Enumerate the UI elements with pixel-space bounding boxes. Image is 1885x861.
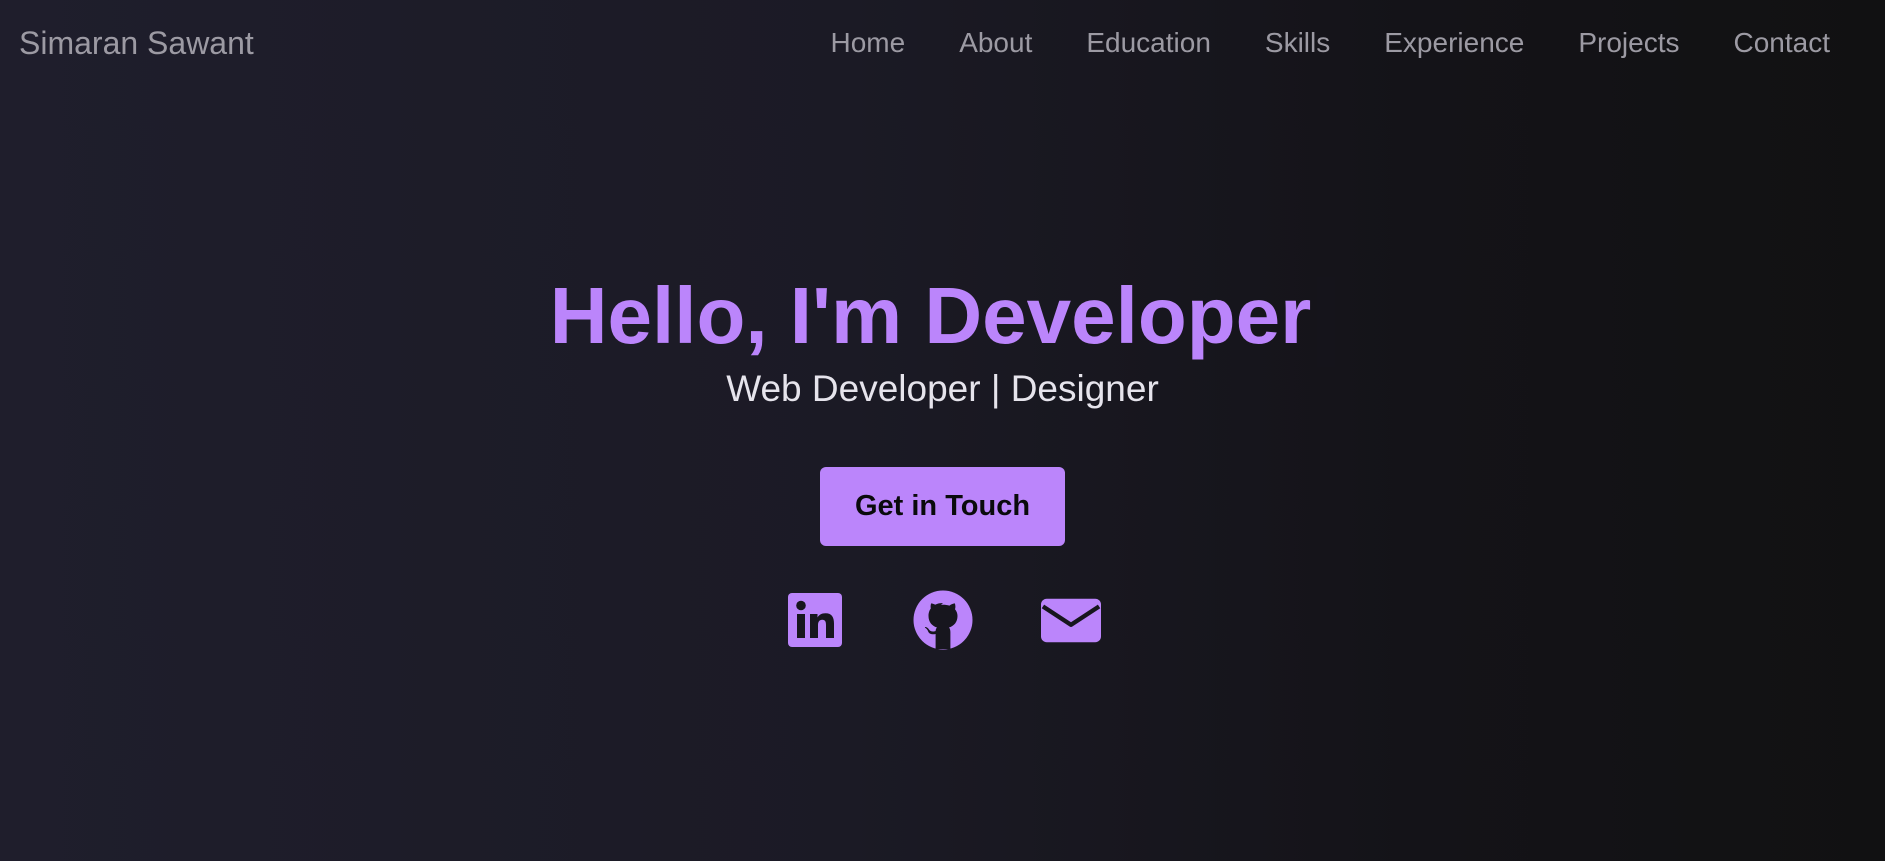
typing-caret <box>1317 276 1336 367</box>
hero-title: Hello, I'm Developer <box>549 268 1336 367</box>
mail-icon <box>1040 598 1101 643</box>
brand-name[interactable]: Simaran Sawant <box>19 24 254 62</box>
nav-link-about[interactable]: About <box>959 24 1032 62</box>
email-link[interactable] <box>1040 590 1101 650</box>
linkedin-icon <box>787 593 842 647</box>
nav-link-home[interactable]: Home <box>830 24 905 62</box>
linkedin-link[interactable] <box>785 590 845 650</box>
nav-link-education[interactable]: Education <box>1086 24 1211 62</box>
nav-link-projects[interactable]: Projects <box>1578 24 1679 62</box>
hero-title-text: Hello, I'm Developer <box>549 271 1312 360</box>
nav-link-contact[interactable]: Contact <box>1734 24 1831 62</box>
get-in-touch-button[interactable]: Get in Touch <box>820 466 1065 546</box>
github-icon <box>913 590 972 650</box>
github-link[interactable] <box>913 590 973 650</box>
navbar: Simaran Sawant Home About Education Skil… <box>0 0 1885 86</box>
social-links <box>0 590 1885 650</box>
nav-link-skills[interactable]: Skills <box>1265 24 1330 62</box>
hero-subtitle: Web Developer | Designer <box>726 367 1159 409</box>
hero-section: Hello, I'm Developer Web Developer | Des… <box>0 268 1885 546</box>
nav-links: Home About Education Skills Experience P… <box>776 24 1830 62</box>
nav-link-experience[interactable]: Experience <box>1384 24 1524 62</box>
